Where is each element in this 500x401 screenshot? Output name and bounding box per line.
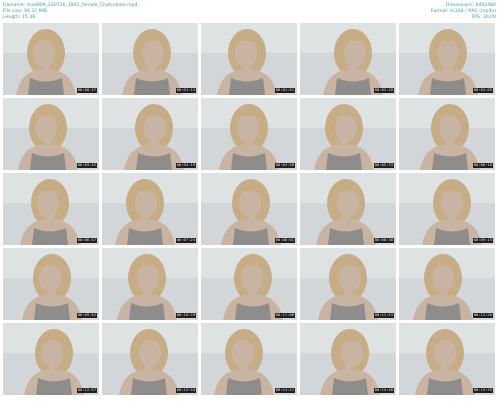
video-thumbnail[interactable]: 00:10:29 <box>102 248 198 320</box>
frame-image <box>201 323 297 395</box>
thumbnail-timestamp: 00:15:25 <box>472 387 493 393</box>
video-thumbnail[interactable]: 00:07:24 <box>102 173 198 245</box>
frame-image <box>102 248 198 320</box>
fps-row: FPS: 30.00 <box>431 15 496 21</box>
thumbnail-timestamp: 00:14:48 <box>373 387 394 393</box>
video-thumbnail[interactable]: 00:11:43 <box>300 248 396 320</box>
frame-image <box>201 248 297 320</box>
video-thumbnail[interactable]: 00:08:38 <box>300 173 396 245</box>
video-thumbnail[interactable]: 00:09:52 <box>3 248 99 320</box>
video-thumbnail[interactable]: 00:00:37 <box>3 23 99 95</box>
frame-image <box>300 323 396 395</box>
video-thumbnail[interactable]: 00:04:19 <box>102 98 198 170</box>
video-thumbnail[interactable]: 00:05:33 <box>300 98 396 170</box>
video-thumbnail[interactable]: 00:13:34 <box>102 323 198 395</box>
thumbnail-timestamp: 00:12:20 <box>472 312 493 318</box>
video-thumbnail[interactable]: 00:02:28 <box>300 23 396 95</box>
frame-image <box>300 98 396 170</box>
thumbnail-timestamp: 00:14:11 <box>274 387 295 393</box>
video-info: Dimensions: 640x480 Format: H.264 / AAC … <box>431 3 496 22</box>
frame-image <box>399 98 495 170</box>
thumbnail-timestamp: 00:03:05 <box>472 87 493 93</box>
filename-label: Filename: <box>3 3 26 8</box>
frame-image <box>300 173 396 245</box>
thumbnail-timestamp: 00:01:14 <box>175 87 196 93</box>
thumbnail-timestamp: 00:11:06 <box>274 312 295 318</box>
frame-image <box>3 98 99 170</box>
video-thumbnail[interactable]: 00:12:57 <box>3 323 99 395</box>
thumbnail-timestamp: 00:13:34 <box>175 387 196 393</box>
fps-label: FPS: <box>471 15 482 21</box>
thumbnail-timestamp: 00:12:57 <box>76 387 97 393</box>
video-thumbnail[interactable]: 00:14:11 <box>201 323 297 395</box>
frame-image <box>399 173 495 245</box>
thumbnail-timestamp: 00:04:56 <box>274 162 295 168</box>
video-thumbnail[interactable]: 00:06:47 <box>3 173 99 245</box>
frame-image <box>102 23 198 95</box>
frame-image <box>3 23 99 95</box>
frame-image <box>399 23 495 95</box>
video-thumbnail[interactable]: 00:01:14 <box>102 23 198 95</box>
thumbnail-timestamp: 00:11:43 <box>373 312 394 318</box>
frame-image <box>102 98 198 170</box>
filesize-value: 94.37 MiB <box>24 9 48 15</box>
thumbnail-grid: 00:00:37 00:01:14 00:01:51 00:02:28 00:03:05… <box>3 23 497 397</box>
length-label: Length: <box>3 15 21 21</box>
dimensions-label: Dimensions: <box>445 3 475 8</box>
thumbnail-timestamp: 00:02:28 <box>373 87 394 93</box>
thumbnail-timestamp: 00:01:51 <box>274 87 295 93</box>
sheet-header: Filename: mad809_220726_1842_female_Chat… <box>0 0 500 23</box>
file-info: Filename: mad809_220726_1842_female_Chat… <box>3 3 138 22</box>
thumbnail-timestamp: 00:09:15 <box>472 237 493 243</box>
thumbnail-timestamp: 00:00:37 <box>76 87 97 93</box>
thumbnail-timestamp: 00:06:10 <box>472 162 493 168</box>
fps-value: 30.00 <box>482 15 496 21</box>
video-thumbnail[interactable]: 00:14:48 <box>300 323 396 395</box>
frame-image <box>201 23 297 95</box>
length-value: 15:38 <box>21 15 36 21</box>
video-thumbnail[interactable]: 00:03:05 <box>399 23 495 95</box>
thumbnail-timestamp: 00:09:52 <box>76 312 97 318</box>
length-row: Length: 15:38 <box>3 15 138 21</box>
frame-image <box>3 248 99 320</box>
video-thumbnail[interactable]: 00:03:42 <box>3 98 99 170</box>
video-thumbnail[interactable]: 00:06:10 <box>399 98 495 170</box>
video-thumbnail[interactable]: 00:12:20 <box>399 248 495 320</box>
filesize-label: File size: <box>3 9 23 15</box>
thumbnail-timestamp: 00:07:24 <box>175 237 196 243</box>
thumbnail-timestamp: 00:05:33 <box>373 162 394 168</box>
thumbnail-timestamp: 00:04:19 <box>175 162 196 168</box>
frame-image <box>300 23 396 95</box>
frame-image <box>399 323 495 395</box>
video-thumbnail[interactable]: 00:04:56 <box>201 98 297 170</box>
thumbnail-timestamp: 00:10:29 <box>175 312 196 318</box>
frame-image <box>102 323 198 395</box>
format-label: Format: <box>430 9 449 15</box>
filename-value: mad809_220726_1842_female_Chaturbate.mp4 <box>26 3 138 8</box>
video-thumbnail[interactable]: 00:09:15 <box>399 173 495 245</box>
video-thumbnail[interactable]: 00:15:25 <box>399 323 495 395</box>
frame-image <box>102 173 198 245</box>
format-value: H.264 / AAC (mp4a) <box>450 9 496 15</box>
thumbnail-timestamp: 00:08:01 <box>274 237 295 243</box>
frame-image <box>300 248 396 320</box>
frame-image <box>201 173 297 245</box>
thumbnail-timestamp: 00:08:38 <box>373 237 394 243</box>
video-thumbnail[interactable]: 00:01:51 <box>201 23 297 95</box>
thumbnail-timestamp: 00:03:42 <box>76 162 97 168</box>
thumbnail-timestamp: 00:06:47 <box>76 237 97 243</box>
frame-image <box>3 323 99 395</box>
video-thumbnail[interactable]: 00:11:06 <box>201 248 297 320</box>
frame-image <box>3 173 99 245</box>
frame-image <box>201 98 297 170</box>
frame-image <box>399 248 495 320</box>
dimensions-value: 640x480 <box>475 3 496 8</box>
video-thumbnail[interactable]: 00:08:01 <box>201 173 297 245</box>
